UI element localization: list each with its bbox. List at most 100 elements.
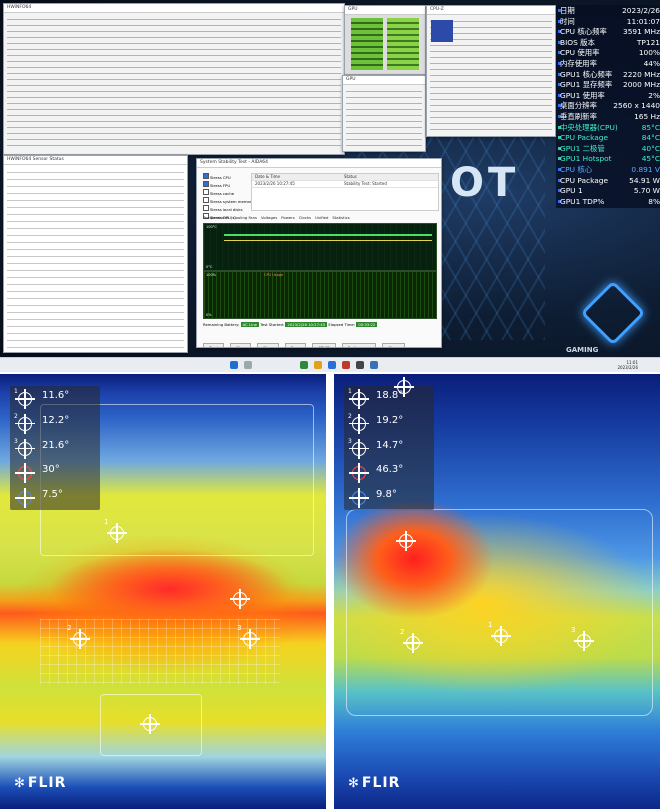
- laptop-bottom-outline: [346, 509, 653, 716]
- temperature-reading: 2 19.2°: [344, 411, 434, 436]
- measure-marker: 1: [104, 518, 127, 543]
- thermal-image-keyboard: 1 11.6° 2 12.2° 3 21.6° 30° 7.5° 1 2 3 FLIR: [0, 374, 326, 809]
- temperature-readout-panel: 1 11.6° 2 12.2° 3 21.6° 30° 7.5°: [10, 386, 100, 510]
- button-bar: Start Stop Clear Save CPUID Preferences Close: [203, 334, 435, 347]
- app-icon[interactable]: [300, 361, 308, 369]
- gpu-info-window[interactable]: GPU: [342, 75, 426, 152]
- overlay-row: 时间 11:01:07: [558, 17, 660, 28]
- crosshair-icon: [349, 413, 369, 434]
- taskbar-clock[interactable]: 11:01 2023/2/26: [617, 360, 638, 370]
- window-title-bar[interactable]: System Stability Test - AIDA64: [197, 159, 441, 168]
- tab-voltages[interactable]: Voltages: [261, 215, 277, 220]
- overlay-value: 0.891 V: [631, 164, 660, 174]
- cpuz-icon[interactable]: [356, 361, 364, 369]
- taskbar: 11:01 2023/2/26: [0, 357, 660, 372]
- cpu-usage-graph: CPU Usage 100% 0%: [203, 271, 437, 319]
- reading-value: 21.6°: [42, 439, 70, 451]
- graph-top-label: 100°C: [206, 225, 217, 229]
- clear-button[interactable]: Clear: [256, 343, 279, 347]
- reading-index: 3: [348, 437, 352, 445]
- stress-option[interactable]: Stress CPU: [203, 173, 247, 181]
- tab-temperatures[interactable]: Temperatures: [203, 215, 229, 220]
- overlay-value: 3591 MHz: [623, 27, 660, 37]
- folder-icon[interactable]: [314, 361, 322, 369]
- hwinfo-icon[interactable]: [370, 361, 378, 369]
- col-date: Date & Time: [255, 174, 281, 179]
- graph-tabs: Temperatures Cooling Fans Voltages Powers Cl…: [203, 215, 435, 221]
- checkbox-icon[interactable]: [203, 189, 209, 195]
- overlay-row: CPU 使用率 100%: [558, 48, 660, 59]
- checkbox-icon[interactable]: [203, 205, 209, 211]
- stress-option[interactable]: Stress FPU: [203, 181, 247, 189]
- checkbox-icon[interactable]: [203, 197, 209, 203]
- tab-powers[interactable]: Powers: [281, 215, 294, 220]
- tab-cooling-fans[interactable]: Cooling Fans: [233, 215, 257, 220]
- keyboard-outline: [40, 619, 280, 684]
- overlay-label: GPU 1: [560, 186, 583, 196]
- tab-unified[interactable]: Unified: [315, 215, 328, 220]
- wallpaper-hex-icon: [580, 280, 646, 346]
- stress-option[interactable]: Stress local disks: [203, 205, 247, 213]
- start-button[interactable]: Start: [203, 343, 225, 347]
- reading-index: 3: [14, 437, 18, 445]
- hwinfo-system-summary-window[interactable]: HWiNFO64: [3, 3, 345, 155]
- cpuid-button[interactable]: CPUID: [312, 343, 336, 347]
- overlay-label: 桌面分辨率: [560, 101, 597, 111]
- checkbox-icon[interactable]: [203, 181, 209, 187]
- graph-top-label: 100%: [206, 273, 217, 277]
- graph-bottom-label: 0°C: [206, 265, 213, 269]
- overlay-value: 54.91 W: [629, 175, 660, 185]
- overlay-value: TP121: [636, 37, 660, 47]
- overlay-row: CPU Package 54.91 W: [558, 176, 660, 187]
- crosshair-icon: [349, 389, 369, 409]
- close-button[interactable]: Close: [382, 343, 405, 347]
- aida64-icon[interactable]: [342, 361, 350, 369]
- clock-date: 2023/2/26: [617, 365, 638, 370]
- stress-option[interactable]: Stress cache: [203, 189, 247, 197]
- stress-option[interactable]: Stress system memory: [203, 197, 254, 205]
- window-title-bar[interactable]: CPU-Z: [427, 6, 555, 15]
- measure-marker: 1: [488, 621, 511, 646]
- reading-index: 1: [348, 388, 352, 395]
- tab-statistics[interactable]: Statistics: [332, 215, 349, 220]
- checkbox-icon[interactable]: [203, 173, 209, 179]
- tab-clocks[interactable]: Clocks: [299, 215, 311, 220]
- overlay-label: GPU1 使用率: [560, 90, 605, 100]
- temperature-reading: 2 12.2°: [10, 411, 100, 436]
- overlay-row: GPU 1 5.70 W: [558, 186, 660, 197]
- temp-line-2: [224, 240, 432, 241]
- overlay-label: GPU1 Hotspot: [560, 154, 612, 164]
- overlay-label: 时间: [560, 16, 575, 26]
- measure-marker: 2: [67, 624, 90, 649]
- temperature-reading: 1 18.8°: [344, 386, 434, 411]
- window-title-bar[interactable]: GPU: [345, 6, 425, 15]
- search-icon[interactable]: [244, 361, 252, 369]
- cpuz-window[interactable]: CPU-Z: [426, 5, 556, 137]
- measure-marker: 3: [237, 624, 260, 649]
- stress-label: Stress FPU: [210, 183, 231, 188]
- crosshair-icon: [349, 463, 369, 484]
- window-title-bar[interactable]: HWiNFO64: [4, 4, 344, 13]
- overlay-value: 2023/2/26: [622, 6, 660, 15]
- thermal-image-bottom: 118.8°219.2°314.7°46.3°9.8° 2 1 3 FLIR: [334, 374, 660, 809]
- stop-button[interactable]: Stop: [230, 343, 251, 347]
- hwinfo-sensors-window[interactable]: HWiNFO64 Sensor Status: [3, 155, 188, 353]
- overlay-label: 内存使用率: [560, 58, 597, 68]
- overlay-row: GPU1 使用率 2%: [558, 91, 660, 102]
- start-icon[interactable]: [230, 361, 238, 369]
- system-stability-test-window[interactable]: System Stability Test - AIDA64 Stress CP…: [196, 158, 442, 348]
- crosshair-icon: [15, 463, 35, 484]
- overlay-label: CPU 核心频率: [560, 27, 607, 37]
- overlay-row: GPU1 核心频率 2220 MHz: [558, 70, 660, 81]
- overlay-value: 5.70 W: [633, 186, 660, 196]
- reading-value: 7.5°: [42, 489, 63, 501]
- browser-icon[interactable]: [328, 361, 336, 369]
- sensor-list: [7, 168, 184, 349]
- overlay-value: 11:01:07: [626, 16, 660, 26]
- save-button[interactable]: Save: [284, 343, 307, 347]
- preferences-button[interactable]: Preferences: [341, 343, 377, 347]
- gpu-monitor-window[interactable]: GPU: [344, 5, 426, 75]
- window-title-bar[interactable]: HWiNFO64 Sensor Status: [4, 156, 187, 165]
- overlay-value: 100%: [638, 48, 660, 58]
- window-title-bar[interactable]: GPU: [343, 76, 425, 85]
